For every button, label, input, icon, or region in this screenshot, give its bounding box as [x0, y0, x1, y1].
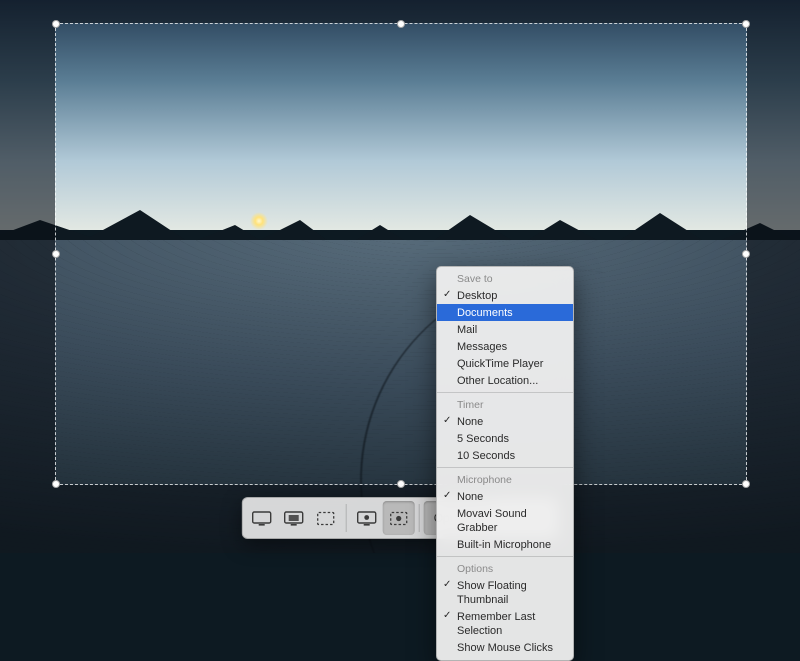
handle-s[interactable]: [397, 480, 405, 488]
capture-selected-portion-button[interactable]: [310, 501, 342, 535]
menu-item-remember-last-selection[interactable]: ✓ Remember Last Selection: [437, 608, 573, 639]
menu-section-options: Options: [437, 560, 573, 577]
check-icon: ✓: [443, 578, 451, 592]
menu-item-label: QuickTime Player: [457, 358, 543, 370]
handle-n[interactable]: [397, 20, 405, 28]
menu-item-label: Show Floating Thumbnail: [457, 580, 527, 606]
selection-icon: [316, 511, 336, 526]
screen-record-icon: [357, 511, 377, 526]
menu-section-microphone: Microphone: [437, 471, 573, 488]
toolbar-separator: [346, 504, 347, 532]
menu-item-show-mouse-clicks[interactable]: Show Mouse Clicks: [437, 639, 573, 656]
check-icon: ✓: [443, 489, 451, 503]
check-icon: ✓: [443, 414, 451, 428]
menu-section-save-to: Save to: [437, 270, 573, 287]
handle-sw[interactable]: [52, 480, 60, 488]
menu-separator: [437, 556, 573, 557]
menu-item-label: None: [457, 491, 483, 503]
menu-item-label: None: [457, 416, 483, 428]
menu-item-label: Documents: [457, 307, 513, 319]
window-icon: [284, 511, 304, 526]
handle-se[interactable]: [742, 480, 750, 488]
menu-item-mic-movavi[interactable]: Movavi Sound Grabber: [437, 505, 573, 536]
toolbar-separator-2: [419, 504, 420, 532]
menu-item-timer-10s[interactable]: 10 Seconds: [437, 447, 573, 464]
menu-separator: [437, 392, 573, 393]
handle-e[interactable]: [742, 250, 750, 258]
menu-item-quicktime-player[interactable]: QuickTime Player: [437, 355, 573, 372]
menu-item-label: Show Mouse Clicks: [457, 642, 553, 654]
menu-item-timer-5s[interactable]: 5 Seconds: [437, 430, 573, 447]
selection-record-icon: [389, 511, 409, 526]
menu-item-label: Other Location...: [457, 375, 538, 387]
handle-w[interactable]: [52, 250, 60, 258]
menu-item-label: Desktop: [457, 290, 497, 302]
options-menu: Save to ✓ Desktop Documents Mail Message…: [436, 266, 574, 661]
dim-left: [0, 23, 55, 485]
capture-selection[interactable]: [55, 23, 747, 485]
menu-item-mic-builtin[interactable]: Built-in Microphone: [437, 536, 573, 553]
menu-item-label: 5 Seconds: [457, 433, 509, 445]
record-selected-portion-button[interactable]: [383, 501, 415, 535]
menu-item-other-location[interactable]: Other Location...: [437, 372, 573, 389]
menu-item-label: 10 Seconds: [457, 450, 515, 462]
menu-item-mic-none[interactable]: ✓ None: [437, 488, 573, 505]
screen-icon: [252, 511, 272, 526]
check-icon: ✓: [443, 609, 451, 623]
menu-item-label: Built-in Microphone: [457, 539, 551, 551]
capture-entire-screen-button[interactable]: [246, 501, 278, 535]
handle-nw[interactable]: [52, 20, 60, 28]
menu-item-desktop[interactable]: ✓ Desktop: [437, 287, 573, 304]
menu-separator: [437, 467, 573, 468]
menu-item-label: Mail: [457, 324, 477, 336]
menu-item-label: Movavi Sound Grabber: [457, 508, 527, 534]
menu-item-label: Messages: [457, 341, 507, 353]
menu-item-documents[interactable]: Documents: [437, 304, 573, 321]
menu-item-messages[interactable]: Messages: [437, 338, 573, 355]
record-entire-screen-button[interactable]: [351, 501, 383, 535]
menu-section-timer: Timer: [437, 396, 573, 413]
check-icon: ✓: [443, 288, 451, 302]
menu-item-label: Remember Last Selection: [457, 611, 535, 637]
menu-item-floating-thumbnail[interactable]: ✓ Show Floating Thumbnail: [437, 577, 573, 608]
menu-item-timer-none[interactable]: ✓ None: [437, 413, 573, 430]
menu-item-mail[interactable]: Mail: [437, 321, 573, 338]
handle-ne[interactable]: [742, 20, 750, 28]
dim-right: [747, 23, 800, 485]
capture-selected-window-button[interactable]: [278, 501, 310, 535]
